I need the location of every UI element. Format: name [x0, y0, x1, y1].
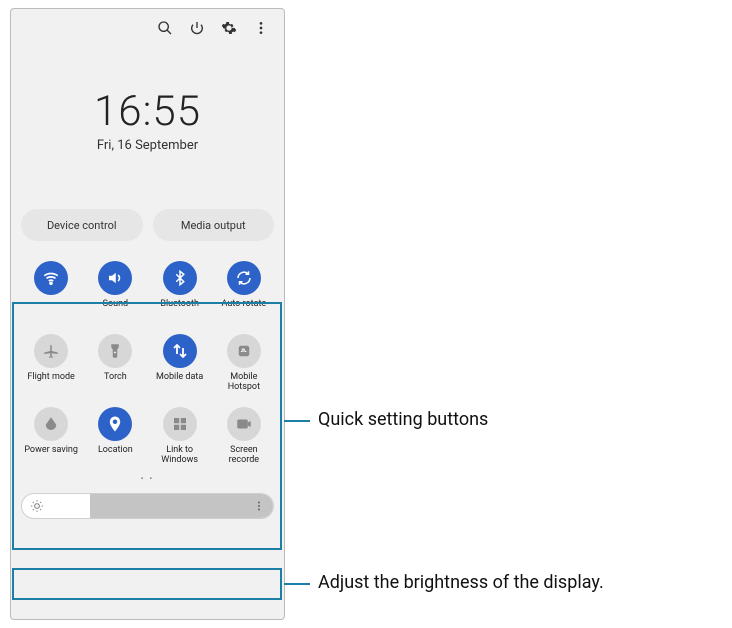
qs-item-linkwindows: Link to Windows — [150, 407, 210, 466]
device-control-button[interactable]: Device control — [21, 209, 143, 241]
autorotate-toggle[interactable] — [227, 261, 261, 295]
qs-item-mobiledata: Mobile data — [150, 334, 210, 393]
clock-time: 16:55 — [11, 87, 284, 136]
quick-settings-grid: Sound Bluetooth Auto rotate Flight mode Torc… — [19, 255, 276, 472]
clock-date: Fri, 16 September — [11, 138, 284, 153]
mobiledata-toggle[interactable] — [163, 334, 197, 368]
power-icon[interactable] — [188, 19, 206, 37]
hotspot-toggle[interactable] — [227, 334, 261, 368]
chip-row: Device control Media output — [11, 209, 284, 241]
qs-label: Location — [98, 446, 133, 466]
annotation-leader-qs — [284, 420, 310, 422]
screenrecord-toggle[interactable] — [227, 407, 261, 441]
qs-item-hotspot: Mobile Hotspot — [214, 334, 274, 393]
gear-icon[interactable] — [220, 19, 238, 37]
qs-label: Link to Windows — [150, 446, 210, 466]
top-icon-row — [11, 9, 284, 41]
powersaving-toggle[interactable] — [34, 407, 68, 441]
sound-toggle[interactable] — [98, 261, 132, 295]
qs-label: Auto rotate — [222, 300, 267, 320]
qs-label: Mobile data — [156, 373, 203, 393]
data-icon — [171, 342, 189, 360]
qs-item-sound: Sound — [85, 261, 145, 320]
wifi-icon — [42, 269, 60, 287]
chip-label: Media output — [181, 219, 246, 232]
torch-icon — [106, 342, 124, 360]
qs-item-location: Location — [85, 407, 145, 466]
wifi-toggle[interactable] — [34, 261, 68, 295]
brightness-more-icon[interactable] — [253, 500, 265, 512]
qs-label: Sound — [103, 300, 128, 320]
qs-label: Power saving — [24, 446, 78, 466]
location-toggle[interactable] — [98, 407, 132, 441]
brightness-track-fill — [90, 494, 273, 518]
qs-label: Torch — [104, 373, 127, 393]
annotation-leader-brightness — [284, 583, 310, 585]
bluetooth-icon — [171, 269, 189, 287]
qs-item-screenrecord: Screen recorde — [214, 407, 274, 466]
bluetooth-toggle[interactable] — [163, 261, 197, 295]
windows-icon — [171, 415, 189, 433]
search-icon[interactable] — [156, 19, 174, 37]
qs-label: Mobile Hotspot — [214, 373, 274, 393]
record-icon — [235, 415, 253, 433]
brightness-icon — [30, 499, 44, 513]
more-icon[interactable] — [252, 19, 270, 37]
qs-item-powersaving: Power saving — [21, 407, 81, 466]
qs-item-bluetooth: Bluetooth — [150, 261, 210, 320]
phone-frame: 16:55 Fri, 16 September Device control M… — [10, 8, 285, 620]
volume-icon — [106, 269, 124, 287]
qs-label: Flight mode — [27, 373, 74, 393]
leaf-icon — [42, 415, 60, 433]
plane-icon — [42, 342, 60, 360]
chip-label: Device control — [47, 219, 117, 232]
annotation-label-brightness: Adjust the brightness of the display. — [318, 572, 604, 593]
clock-block: 16:55 Fri, 16 September — [11, 87, 284, 153]
rotate-icon — [235, 269, 253, 287]
qs-item-autorotate: Auto rotate — [214, 261, 274, 320]
brightness-slider[interactable] — [21, 493, 274, 519]
media-output-button[interactable]: Media output — [153, 209, 275, 241]
qs-label: Screen recorde — [214, 446, 274, 466]
linkwindows-toggle[interactable] — [163, 407, 197, 441]
annotation-label-qs: Quick setting buttons — [318, 409, 488, 430]
qs-item-torch: Torch — [85, 334, 145, 393]
qs-item-wifi — [21, 261, 81, 320]
pin-icon — [106, 415, 124, 433]
page-indicator: • • — [11, 474, 284, 483]
qs-label: Bluetooth — [160, 300, 199, 320]
torch-toggle[interactable] — [98, 334, 132, 368]
qs-item-flightmode: Flight mode — [21, 334, 81, 393]
flightmode-toggle[interactable] — [34, 334, 68, 368]
hotspot-icon — [235, 342, 253, 360]
